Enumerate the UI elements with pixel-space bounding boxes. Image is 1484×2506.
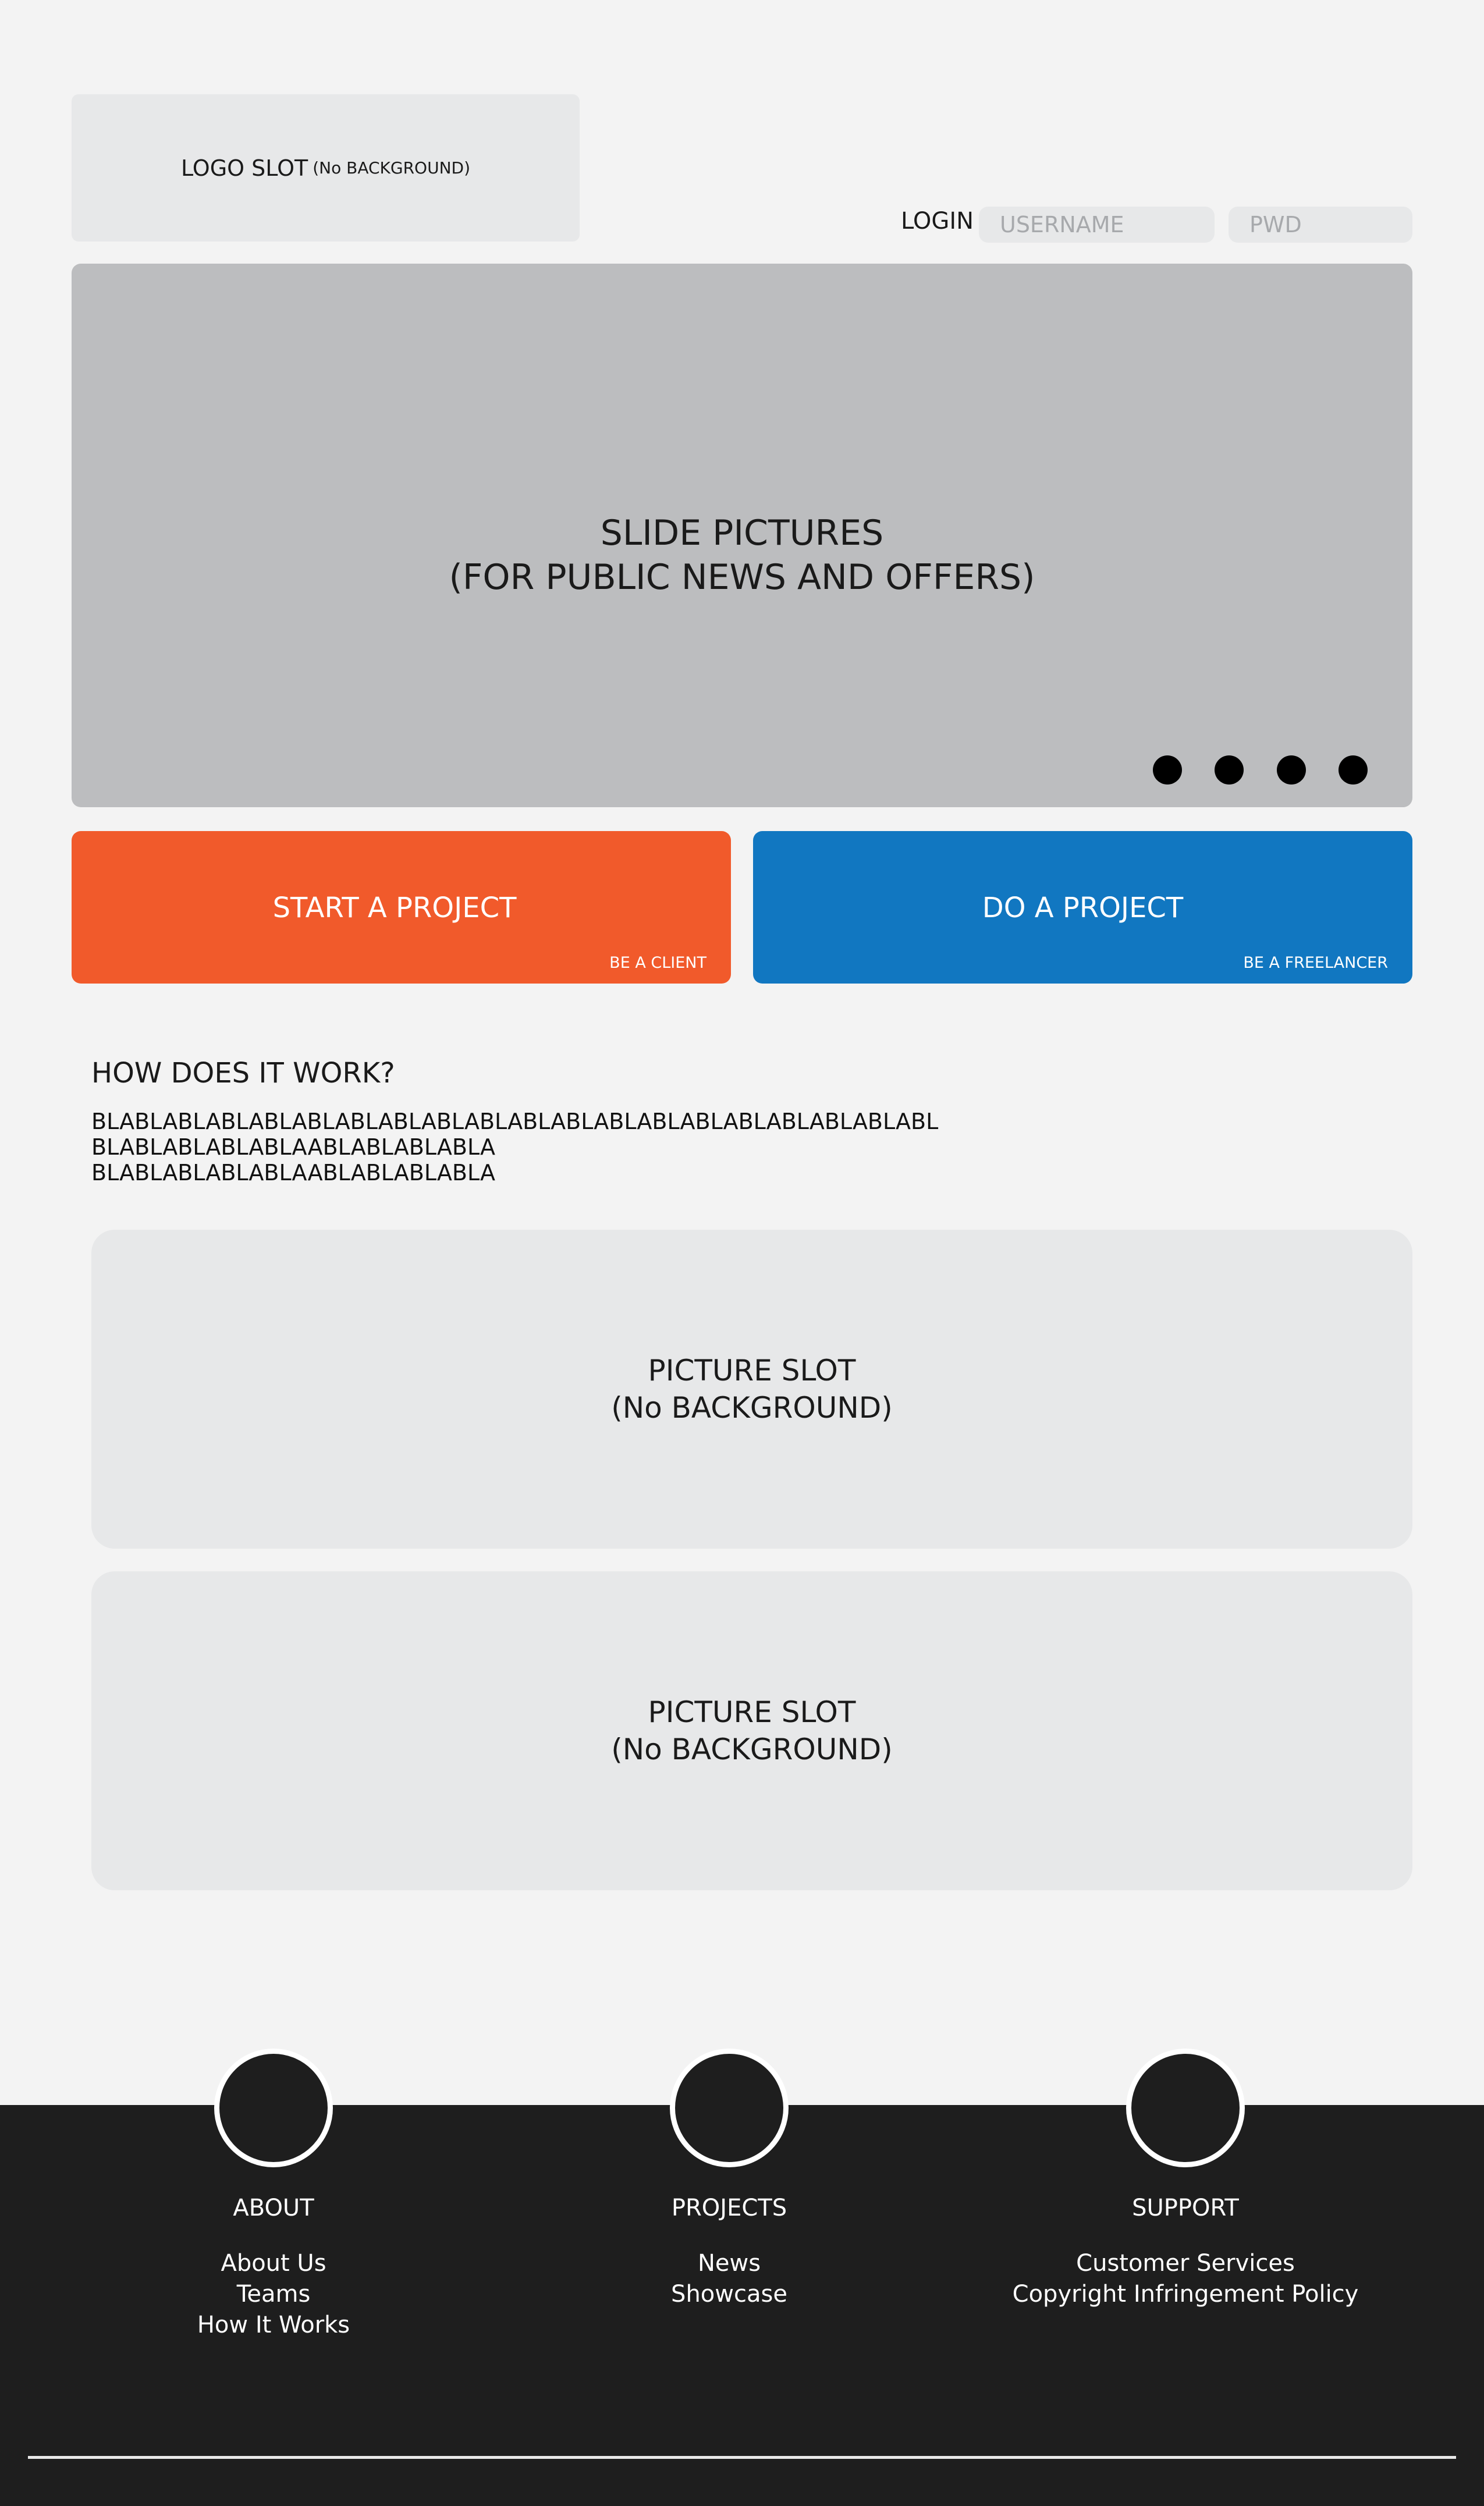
- how-text-line-3: BLABLABLABLABLAABLABLABLABLA: [91, 1160, 496, 1185]
- username-input[interactable]: USERNAME: [979, 207, 1215, 243]
- footer-link-copyright-policy[interactable]: Copyright Infringement Policy: [953, 2279, 1418, 2310]
- footer-link-teams[interactable]: Teams: [41, 2279, 506, 2310]
- picture-slot-1: PICTURE SLOT (No BACKGROUND): [91, 1230, 1412, 1549]
- slider-dot-3[interactable]: [1277, 755, 1306, 785]
- footer-support-links: Customer Services Copyright Infringement…: [953, 2248, 1418, 2310]
- footer-support-title: SUPPORT: [1132, 2195, 1239, 2221]
- do-project-label: DO A PROJECT: [982, 892, 1184, 924]
- password-input[interactable]: PWD: [1229, 207, 1412, 243]
- footer-column-projects: PROJECTS News Showcase: [496, 2049, 962, 2310]
- footer-link-how-it-works[interactable]: How It Works: [41, 2310, 506, 2341]
- footer-link-showcase[interactable]: Showcase: [496, 2279, 962, 2310]
- picture-slot-1-line-1: PICTURE SLOT: [648, 1354, 856, 1387]
- footer-link-customer-services[interactable]: Customer Services: [953, 2248, 1418, 2279]
- footer-link-about-us[interactable]: About Us: [41, 2248, 506, 2279]
- how-text-line-2: BLABLABLABLABLAABLABLABLABLA: [91, 1134, 496, 1160]
- username-placeholder: USERNAME: [1000, 212, 1124, 237]
- about-circle-icon[interactable]: [214, 2049, 333, 2167]
- footer-about-title: ABOUT: [233, 2195, 314, 2221]
- logo-label: LOGO SLOT: [180, 155, 308, 181]
- support-circle-icon[interactable]: [1126, 2049, 1245, 2167]
- footer-link-news[interactable]: News: [496, 2248, 962, 2279]
- picture-slot-2: PICTURE SLOT (No BACKGROUND): [91, 1571, 1412, 1890]
- slider-title: SLIDE PICTURES (FOR PUBLIC NEWS AND OFFE…: [72, 511, 1412, 599]
- do-project-sublabel: BE A FREELANCER: [1243, 954, 1388, 972]
- do-project-button[interactable]: DO A PROJECT BE A FREELANCER: [753, 831, 1412, 984]
- password-placeholder: PWD: [1249, 212, 1302, 237]
- start-project-button[interactable]: START A PROJECT BE A CLIENT: [72, 831, 731, 984]
- start-project-sublabel: BE A CLIENT: [609, 954, 707, 972]
- logo-slot[interactable]: LOGO SLOT (No BACKGROUND): [72, 94, 580, 242]
- slider-title-line-1: SLIDE PICTURES: [600, 513, 884, 553]
- logo-note: (No BACKGROUND): [313, 158, 471, 178]
- login-label: LOGIN: [901, 208, 974, 235]
- projects-circle-icon[interactable]: [670, 2049, 789, 2167]
- how-it-works-title: HOW DOES IT WORK?: [91, 1057, 395, 1089]
- footer-projects-links: News Showcase: [496, 2248, 962, 2310]
- picture-slot-1-line-2: (No BACKGROUND): [611, 1391, 893, 1425]
- news-slider[interactable]: SLIDE PICTURES (FOR PUBLIC NEWS AND OFFE…: [72, 264, 1412, 807]
- footer-divider: [28, 2456, 1456, 2459]
- how-it-works-text: BLABLABLABLABLABLABLABLABLABLABLABLABLAB…: [91, 1109, 938, 1185]
- slider-dot-1[interactable]: [1153, 755, 1182, 785]
- footer-projects-title: PROJECTS: [671, 2195, 787, 2221]
- footer-column-about: ABOUT About Us Teams How It Works: [41, 2049, 506, 2341]
- picture-slot-2-line-1: PICTURE SLOT: [648, 1695, 856, 1729]
- how-text-line-1: BLABLABLABLABLABLABLABLABLABLABLABLABLAB…: [91, 1109, 939, 1134]
- start-project-label: START A PROJECT: [272, 892, 517, 924]
- footer-about-links: About Us Teams How It Works: [41, 2248, 506, 2341]
- footer-column-support: SUPPORT Customer Services Copyright Infr…: [953, 2049, 1418, 2310]
- slider-dot-4[interactable]: [1339, 755, 1368, 785]
- slider-title-line-2: (FOR PUBLIC NEWS AND OFFERS): [449, 557, 1035, 598]
- picture-slot-2-line-2: (No BACKGROUND): [611, 1733, 893, 1766]
- slider-dot-2[interactable]: [1215, 755, 1244, 785]
